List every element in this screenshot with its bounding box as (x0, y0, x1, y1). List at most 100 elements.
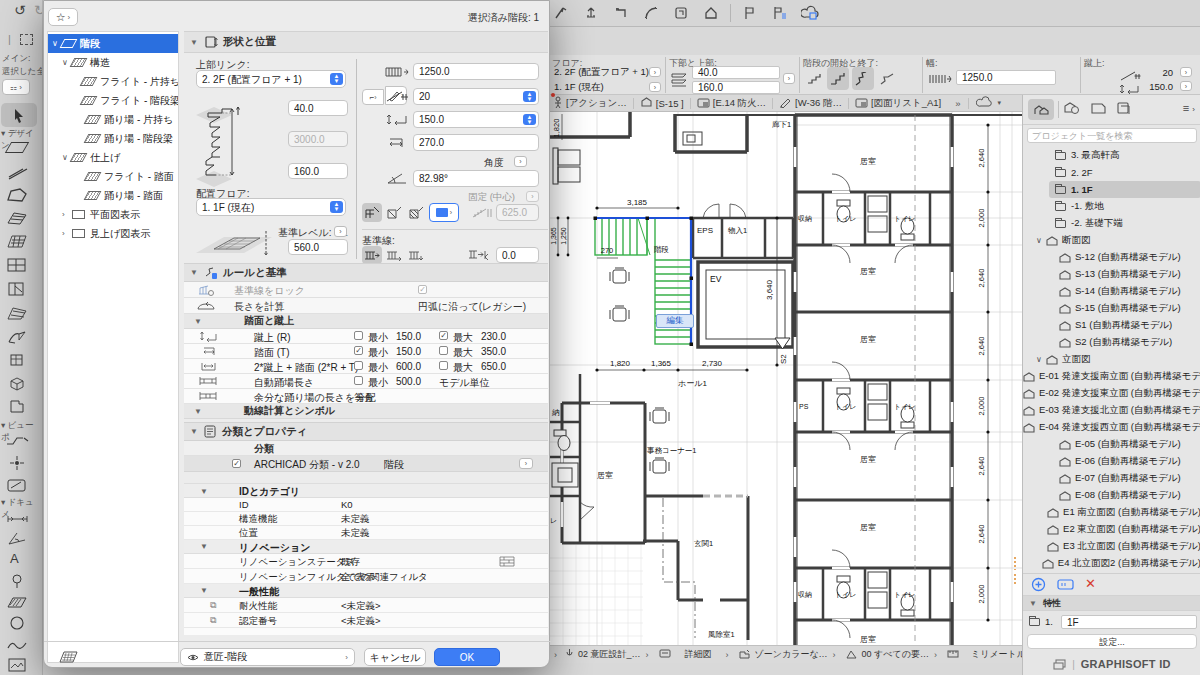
layer-combination[interactable]: 02 意匠設計_… (578, 648, 641, 661)
camera-tool-icon[interactable] (7, 478, 27, 492)
selection-mode-button[interactable]: ⚏ › (2, 79, 30, 95)
tree-item-reflected[interactable]: ›見上げ図表示 (48, 224, 179, 243)
max-checkbox[interactable] (439, 346, 448, 355)
nav-item-e06[interactable]: E-06 (自動再構築モデル) (1023, 453, 1200, 470)
tree-item-flight-cant[interactable]: フライト - 片持ち (48, 72, 179, 91)
tree-item-stair[interactable]: ∨階段 (48, 34, 179, 53)
nav-item-s1[interactable]: S1 (自動再構築モデル) (1023, 317, 1200, 334)
tree-item-landing-beam[interactable]: 踊り場 - 階段梁 (48, 129, 179, 148)
class-more[interactable]: › (519, 458, 533, 469)
max-checkbox[interactable] (439, 361, 448, 370)
mesh-tool-icon[interactable] (6, 234, 28, 249)
flag-list-icon[interactable] (769, 3, 791, 23)
max-value[interactable]: 350.0 (481, 346, 506, 357)
flag-icon[interactable] (739, 3, 761, 23)
id-category-header[interactable]: ▼IDとカテゴリ (184, 483, 548, 498)
rename-button[interactable] (1057, 577, 1074, 595)
nav-item-e07[interactable]: E-07 (自動再構築モデル) (1023, 470, 1200, 487)
spline-tool-icon[interactable] (7, 638, 27, 651)
filter-value[interactable]: 全ての関連フィルタ (341, 571, 428, 584)
column-tool-icon[interactable] (8, 353, 26, 368)
floor-upper-more[interactable]: › (649, 67, 661, 77)
turn-type-1[interactable] (362, 203, 382, 222)
riser-height-stepperfield[interactable]: 150.0▲▼ (413, 111, 539, 128)
roof-tool-icon[interactable] (6, 306, 28, 321)
tree-item-flight-tread[interactable]: フライト - 踏面 (48, 167, 179, 186)
nav-group-sections[interactable]: ∨断面図 (1023, 232, 1200, 249)
renov-option[interactable]: 00 すべての要… (862, 648, 929, 661)
max-value[interactable]: 650.0 (481, 361, 506, 372)
viewmap-button[interactable] (1063, 101, 1081, 119)
settings-button[interactable]: 設定... (1027, 634, 1197, 649)
cloud-download-icon[interactable] (799, 3, 821, 23)
prop-name-field[interactable] (1061, 615, 1197, 629)
min-checkbox[interactable] (354, 376, 363, 385)
total-height-field[interactable] (288, 131, 348, 147)
fill-tool-icon[interactable] (7, 595, 27, 608)
offset-more[interactable]: › (783, 73, 795, 84)
tree-item-finish[interactable]: ∨仕上げ (48, 148, 179, 167)
nav-item-e04[interactable]: E-04 発達支援西立面 (自動再構築モデル) (1023, 419, 1200, 436)
turn-type-2[interactable] (384, 203, 404, 222)
riser-height-more[interactable]: › (1180, 81, 1192, 91)
floor-upper-row[interactable]: 2. 2F (配置フロア + 1) (554, 66, 649, 79)
object-tool-icon[interactable] (8, 376, 26, 391)
start-end-option-1[interactable] (805, 69, 824, 88)
scale-option[interactable]: 詳細図 (685, 648, 712, 661)
tread-riser-subheader[interactable]: ▼踏面と蹴上 (184, 314, 548, 329)
stair-tool-icon[interactable] (6, 211, 28, 225)
expand-bottom[interactable]: › (554, 650, 557, 660)
riser-count-more[interactable]: › (1180, 67, 1192, 77)
cancel-button[interactable]: キャンセル (364, 648, 426, 666)
project-map-button[interactable] (1028, 99, 1054, 120)
fixed-more[interactable]: › (526, 191, 539, 202)
text-tool-icon[interactable]: A (10, 551, 19, 566)
classes-section-header[interactable]: ▼分類とプロパティ (184, 422, 548, 441)
more-4[interactable]: › (934, 650, 937, 660)
nav-item-e01[interactable]: E-01 発達支援南立面 (自動再構築モデル) (1023, 368, 1200, 385)
min-value[interactable]: 150.0 (396, 346, 421, 357)
general-header[interactable]: ▼一般性能 (184, 584, 548, 598)
floor-current-more[interactable]: › (649, 82, 661, 92)
base-level-more[interactable]: › (334, 226, 347, 237)
nav-item-e02[interactable]: E-02 発達支援東立面 (自動再構築モデル) (1023, 385, 1200, 402)
max-checkbox[interactable]: ✓ (439, 331, 448, 340)
tab-w36[interactable]: [W-36 階… (795, 97, 842, 110)
start-end-option-2[interactable] (827, 67, 849, 90)
distribute-value[interactable]: 等分 (354, 391, 374, 405)
top-offset-field[interactable] (288, 100, 348, 116)
nav-item-floor3[interactable]: 3. 最高軒高 (1023, 147, 1200, 164)
windows-icon[interactable] (1053, 659, 1066, 670)
tab-action[interactable]: [アクション… (566, 97, 627, 110)
section-tool-icon[interactable] (6, 434, 30, 448)
circle-tool-icon[interactable] (9, 615, 25, 631)
layoutmap-button[interactable] (1089, 101, 1107, 119)
tab-e14[interactable]: [E.14 防火… (713, 97, 766, 110)
zone-option[interactable]: ゾーンカラーな… (755, 648, 828, 661)
transform-icon[interactable] (670, 3, 692, 23)
image-tool-icon[interactable] (8, 658, 26, 672)
hook-tool-icon[interactable] (550, 3, 572, 23)
tree-item-flight-beam[interactable]: フライト - 階段梁 (48, 91, 179, 110)
tab-overflow[interactable]: » (955, 98, 960, 109)
nav-item-s14[interactable]: S-14 (自動再構築モデル) (1023, 283, 1200, 300)
nav-item-e08[interactable]: E-08 (自動再構築モデル) (1023, 487, 1200, 504)
stair-width-field[interactable] (413, 63, 539, 80)
delete-button[interactable]: ✕ (1085, 576, 1096, 591)
start-end-option-4[interactable] (878, 69, 897, 88)
tread-depth-field[interactable] (413, 134, 539, 151)
turn-type-3[interactable] (406, 203, 426, 222)
id-value[interactable]: K0 (341, 499, 353, 510)
fire-value[interactable]: <未定義> (341, 600, 381, 613)
properties-header[interactable]: ▼特性 (1023, 595, 1200, 611)
angle-dim-tool-icon[interactable] (7, 531, 27, 546)
pos-value[interactable]: 未定義 (341, 527, 370, 540)
label-tool-icon[interactable] (9, 574, 25, 589)
nav-item-s13[interactable]: S-13 (自動再構築モデル) (1023, 266, 1200, 283)
navigator-search[interactable]: プロジェクト一覧を検索 (1027, 128, 1197, 143)
graphisoft-id[interactable]: GRAPHISOFT ID (1081, 658, 1171, 670)
walkline-button[interactable]: ⌐› (362, 89, 384, 105)
nav-item-e1[interactable]: E1 南立面図 (自動再構築モデル) (1023, 504, 1200, 521)
motion-subheader[interactable]: ▼動線計算とシンボル (184, 404, 548, 419)
rules-section-header[interactable]: ▼ルールと基準 (184, 263, 548, 282)
